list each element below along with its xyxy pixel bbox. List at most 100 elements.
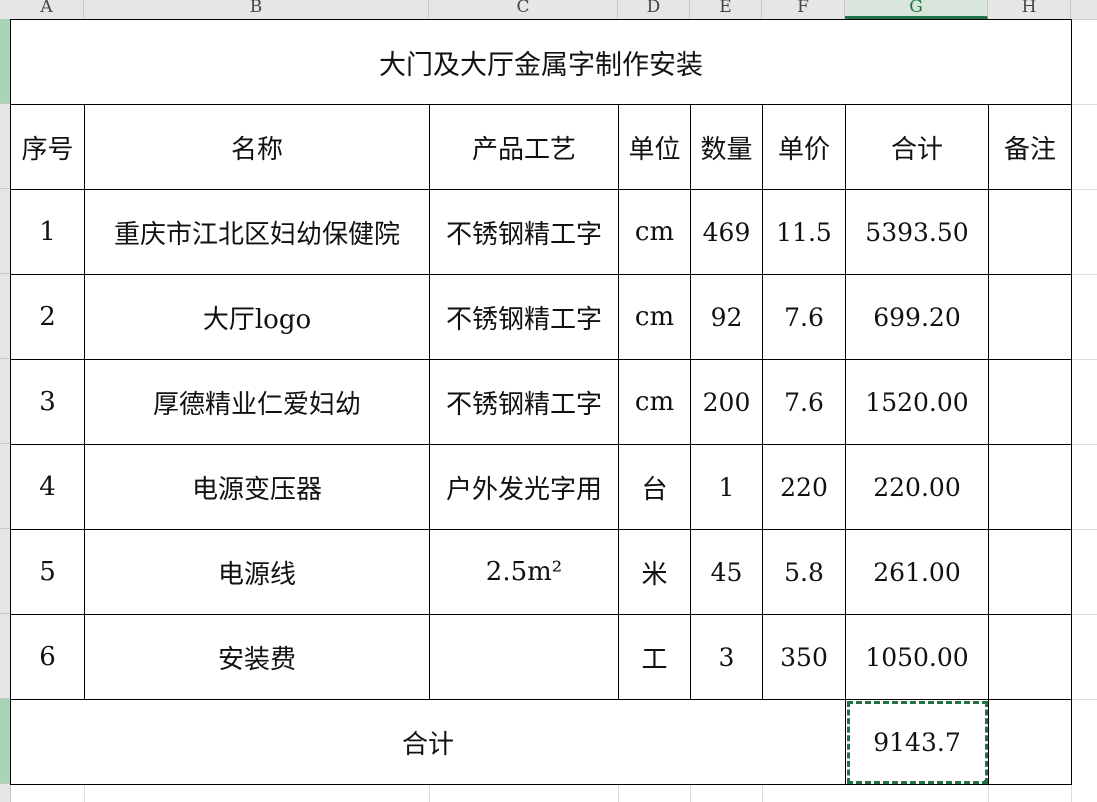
cell-note[interactable] <box>988 444 1072 530</box>
cell-unit[interactable]: cm <box>618 189 691 275</box>
column-header-g[interactable]: G <box>845 0 988 19</box>
header-subtotal[interactable]: 合计 <box>845 104 989 190</box>
header-unit-price[interactable]: 单价 <box>762 104 846 190</box>
cell-unit[interactable]: cm <box>618 274 691 360</box>
total-value: 9143.7 <box>873 727 961 757</box>
column-header-f[interactable]: F <box>762 0 845 19</box>
cell-quantity[interactable]: 92 <box>690 274 763 360</box>
column-header-b[interactable]: B <box>84 0 429 19</box>
header-quantity[interactable]: 数量 <box>690 104 763 190</box>
cell-note[interactable] <box>988 274 1072 360</box>
cell-process[interactable]: 不锈钢精工字 <box>429 189 619 275</box>
gridline <box>429 784 430 802</box>
header-name[interactable]: 名称 <box>84 104 430 190</box>
cell-subtotal[interactable]: 699.20 <box>845 274 989 360</box>
cell-index[interactable]: 5 <box>10 529 85 615</box>
gridline <box>1071 274 1097 275</box>
cell-index[interactable]: 2 <box>10 274 85 360</box>
cell-unit[interactable]: cm <box>618 359 691 445</box>
row-header-8[interactable] <box>0 614 10 699</box>
row-header-2[interactable] <box>0 104 10 189</box>
cell-unit-price[interactable]: 5.8 <box>762 529 846 615</box>
cell-name[interactable]: 重庆市江北区妇幼保健院 <box>84 189 430 275</box>
cell-subtotal[interactable]: 1520.00 <box>845 359 989 445</box>
cell-unit-price[interactable]: 7.6 <box>762 359 846 445</box>
fill-handle[interactable] <box>984 780 988 784</box>
table-row: 6 安装费 工 3 350 1050.00 <box>10 614 1072 700</box>
gridline <box>988 784 989 802</box>
cell-subtotal[interactable]: 220.00 <box>845 444 989 530</box>
table-row: 4 电源变压器 户外发光字用 台 1 220 220.00 <box>10 444 1072 530</box>
gridline <box>762 784 763 802</box>
cell-quantity[interactable]: 3 <box>690 614 763 700</box>
row-header-6[interactable] <box>0 444 10 529</box>
cell-subtotal[interactable]: 261.00 <box>845 529 989 615</box>
column-header-bar: A B C D E F G H <box>0 0 1097 20</box>
gridline <box>1071 699 1097 700</box>
cell-process[interactable]: 2.5m² <box>429 529 619 615</box>
cell-index[interactable]: 6 <box>10 614 85 700</box>
cell-name[interactable]: 电源变压器 <box>84 444 430 530</box>
cell-name[interactable]: 厚德精业仁爱妇幼 <box>84 359 430 445</box>
cell-unit[interactable]: 台 <box>618 444 691 530</box>
cell-process[interactable]: 不锈钢精工字 <box>429 359 619 445</box>
cell-unit[interactable]: 工 <box>618 614 691 700</box>
cell-note[interactable] <box>988 189 1072 275</box>
cell-quantity[interactable]: 45 <box>690 529 763 615</box>
cell-note[interactable] <box>988 359 1072 445</box>
quote-table: 大门及大厅金属字制作安装 序号 名称 产品工艺 单位 数量 单价 合计 备注 1… <box>10 19 1072 785</box>
header-row: 序号 名称 产品工艺 单位 数量 单价 合计 备注 <box>10 104 1072 190</box>
row-header-3[interactable] <box>0 189 10 274</box>
table-row: 3 厚德精业仁爱妇幼 不锈钢精工字 cm 200 7.6 1520.00 <box>10 359 1072 445</box>
total-value-cell[interactable]: 9143.7 <box>845 699 989 785</box>
row-header-9[interactable] <box>0 699 10 784</box>
cell-index[interactable]: 1 <box>10 189 85 275</box>
cell-name[interactable]: 大厅logo <box>84 274 430 360</box>
table-title[interactable]: 大门及大厅金属字制作安装 <box>10 19 1072 105</box>
row-header-7[interactable] <box>0 529 10 614</box>
cell-note[interactable] <box>988 614 1072 700</box>
cell-unit-price[interactable]: 220 <box>762 444 846 530</box>
total-label[interactable]: 合计 <box>10 699 846 785</box>
gridline <box>690 784 691 802</box>
cell-subtotal[interactable]: 5393.50 <box>845 189 989 275</box>
cell-unit-price[interactable]: 11.5 <box>762 189 846 275</box>
row-header-1[interactable] <box>0 19 10 104</box>
header-process[interactable]: 产品工艺 <box>429 104 619 190</box>
cell-unit-price[interactable]: 350 <box>762 614 846 700</box>
gridline <box>618 784 619 802</box>
cell-index[interactable]: 3 <box>10 359 85 445</box>
column-header-c[interactable]: C <box>429 0 618 19</box>
total-note[interactable] <box>988 699 1072 785</box>
cell-unit-price[interactable]: 7.6 <box>762 274 846 360</box>
cell-unit[interactable]: 米 <box>618 529 691 615</box>
gridline <box>1071 529 1097 530</box>
column-header-d[interactable]: D <box>618 0 690 19</box>
header-index[interactable]: 序号 <box>10 104 85 190</box>
cell-note[interactable] <box>988 529 1072 615</box>
gridline <box>84 784 85 802</box>
title-row: 大门及大厅金属字制作安装 <box>10 19 1072 105</box>
cell-name[interactable]: 电源线 <box>84 529 430 615</box>
table-row: 5 电源线 2.5m² 米 45 5.8 261.00 <box>10 529 1072 615</box>
cell-quantity[interactable]: 469 <box>690 189 763 275</box>
cell-name[interactable]: 安装费 <box>84 614 430 700</box>
header-unit[interactable]: 单位 <box>618 104 691 190</box>
gridline <box>1071 359 1097 360</box>
gridline <box>1071 189 1097 190</box>
cell-quantity[interactable]: 1 <box>690 444 763 530</box>
cell-process[interactable]: 不锈钢精工字 <box>429 274 619 360</box>
cell-index[interactable]: 4 <box>10 444 85 530</box>
cell-process[interactable]: 户外发光字用 <box>429 444 619 530</box>
column-header-h[interactable]: H <box>988 0 1071 19</box>
column-header-a[interactable]: A <box>10 0 84 19</box>
cell-subtotal[interactable]: 1050.00 <box>845 614 989 700</box>
row-header-4[interactable] <box>0 274 10 359</box>
column-header-e[interactable]: E <box>690 0 762 19</box>
cell-quantity[interactable]: 200 <box>690 359 763 445</box>
gridline <box>1071 614 1097 615</box>
cell-process[interactable] <box>429 614 619 700</box>
row-header-5[interactable] <box>0 359 10 444</box>
header-note[interactable]: 备注 <box>988 104 1072 190</box>
table-row: 2 大厅logo 不锈钢精工字 cm 92 7.6 699.20 <box>10 274 1072 360</box>
